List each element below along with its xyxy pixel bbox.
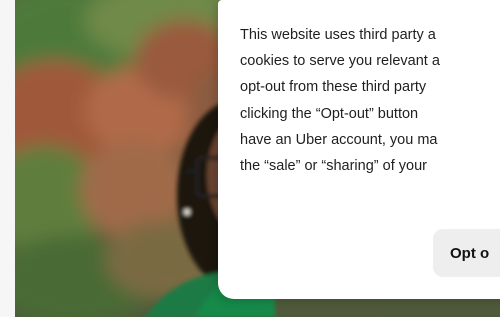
page-edge (0, 0, 15, 317)
consent-line: This website uses third party a (240, 27, 436, 43)
consent-line: have an Uber account, you ma (240, 131, 438, 148)
opt-out-button[interactable]: Opt o (433, 229, 500, 277)
consent-line: opt-out from these third party (240, 79, 427, 96)
consent-line: clicking the “Opt-out” button (240, 105, 419, 122)
page: This website uses third party a cookies … (0, 0, 500, 317)
consent-message: This website uses third party a cookies … (240, 22, 500, 179)
consent-line: the “sale” or “sharing” of your (240, 158, 427, 175)
consent-line: cookies to serve you relevant a (240, 53, 440, 70)
cookie-consent-dialog: This website uses third party a cookies … (218, 0, 500, 299)
